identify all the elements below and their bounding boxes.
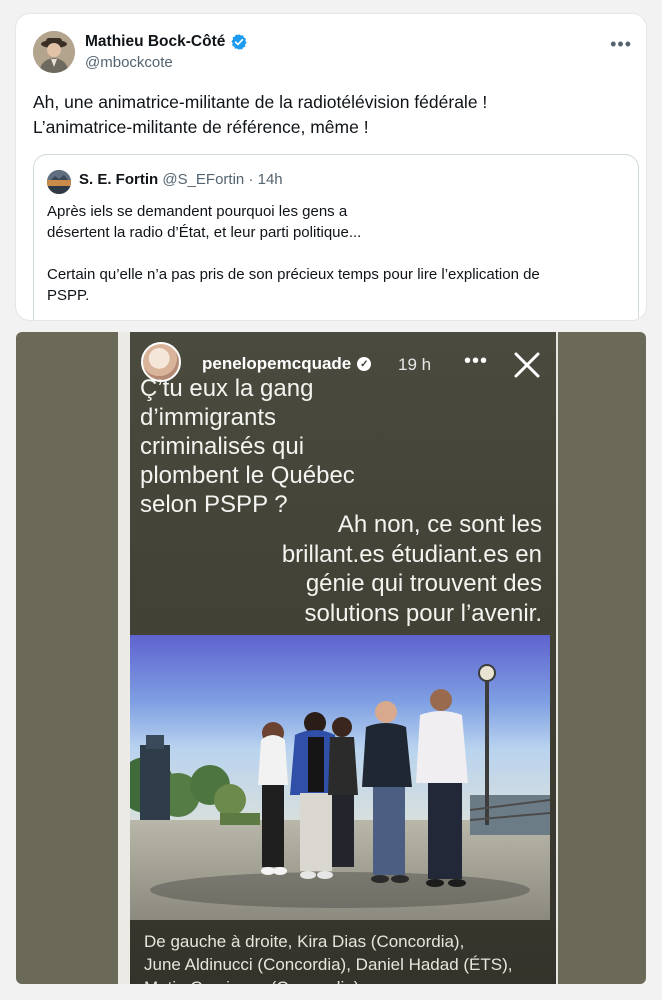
photo-caption: De gauche à droite, Kira Dias (Concordia…: [144, 930, 513, 984]
quote-separator: ·: [248, 171, 254, 188]
tweet-text-line: L’animatrice-militante de référence, mêm…: [33, 117, 369, 137]
quoted-tweet[interactable]: S. E. Fortin @S_EFortin · 14h Après iels…: [33, 154, 639, 320]
quote-author-name[interactable]: S. E. Fortin: [79, 171, 158, 188]
tweet-text: Ah, une animatrice-militante de la radio…: [33, 90, 623, 140]
caption-line: June Aldinucci (Concordia), Daniel Hadad…: [144, 955, 513, 974]
quote-avatar-photo: [47, 170, 71, 194]
story-question-line: Ç’tu eux la gang: [140, 375, 314, 402]
group-photo: [130, 635, 550, 920]
story-border-right: [556, 332, 558, 984]
quote-header: S. E. Fortin @S_EFortin · 14h: [79, 171, 283, 188]
quote-text-line: désertent la radio d’État, et leur parti…: [47, 224, 362, 241]
author-name[interactable]: Mathieu Bock-Côté: [85, 33, 225, 51]
quote-paragraph: Certain qu’elle n’a pas pris de son préc…: [47, 264, 627, 306]
quote-paragraph: Après iels se demandent pourquoi les gen…: [47, 201, 627, 243]
tweet-text-line: Ah, une animatrice-militante de la radio…: [33, 92, 488, 112]
close-icon[interactable]: [512, 350, 542, 380]
quote-author-handle[interactable]: @S_EFortin: [162, 171, 244, 188]
author-photo: [33, 31, 75, 73]
story-answer-line: génie qui trouvent des: [305, 570, 542, 597]
quote-text-line: Après iels se demandent pourquoi les gen…: [47, 203, 348, 220]
instagram-story: penelopemcquade ✓ 19 h ••• Ç’tu eux la g…: [130, 332, 556, 984]
quote-text-line: PSPP.: [47, 287, 90, 304]
story-verified-icon: ✓: [357, 357, 372, 371]
story-answer-line: solutions pour l’avenir.: [304, 599, 542, 627]
more-options-icon[interactable]: •••: [610, 34, 632, 55]
story-answer-text: Ah non, ce sont les brillant.es étudiant…: [282, 510, 542, 628]
story-question-line: d’immigrants: [140, 404, 277, 431]
verified-badge-icon: [231, 34, 247, 50]
author-avatar[interactable]: [33, 31, 75, 73]
caption-line: Matia Comiezzo (Concordia): [144, 976, 513, 984]
story-border-left: [118, 332, 130, 984]
attached-image[interactable]: penelopemcquade ✓ 19 h ••• Ç’tu eux la g…: [16, 332, 646, 984]
story-username[interactable]: penelopemcquade: [202, 354, 351, 374]
story-answer-line: brillant.es étudiant.es en: [281, 540, 542, 568]
quote-text-line: Certain qu’elle n’a pas pris de son préc…: [47, 266, 540, 283]
author-handle[interactable]: @mbockcote: [85, 54, 173, 71]
story-answer-line: Ah non, ce sont les: [337, 511, 542, 538]
story-more-icon[interactable]: •••: [464, 350, 488, 373]
tweet-card[interactable]: Mathieu Bock-Côté @mbockcote ••• Ah, une…: [16, 14, 646, 320]
quote-text: Après iels se demandent pourquoi les gen…: [47, 201, 627, 306]
group-photo-illustration: [130, 635, 550, 920]
caption-line: De gauche à droite, Kira Dias (Concordia…: [144, 932, 465, 951]
quote-author-avatar[interactable]: [47, 170, 71, 194]
story-question-line: plombent le Québec: [140, 462, 355, 489]
quote-timestamp[interactable]: 14h: [258, 171, 283, 188]
story-question-text: Ç’tu eux la gang d’immigrants criminalis…: [140, 374, 355, 519]
story-timestamp: 19 h: [398, 355, 432, 374]
story-user-row: penelopemcquade ✓: [202, 354, 372, 374]
story-question-line: criminalisés qui: [140, 433, 305, 460]
author-name-row[interactable]: Mathieu Bock-Côté: [85, 33, 248, 51]
